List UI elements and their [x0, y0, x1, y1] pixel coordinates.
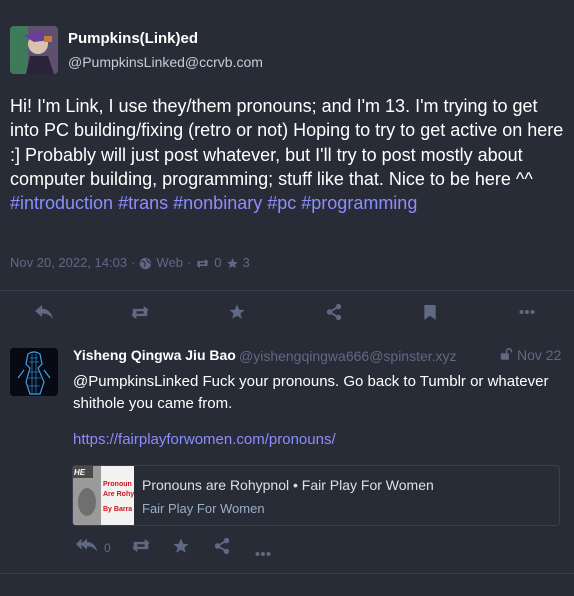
hashtag-trans[interactable]: #trans [118, 193, 168, 213]
bookmark-icon[interactable] [419, 301, 441, 323]
reply-mention[interactable]: @PumpkinsLinked [73, 373, 198, 390]
reply-favourite-icon[interactable] [172, 537, 190, 560]
reply-action-bar: 0 [73, 535, 293, 559]
more-icon[interactable] [516, 301, 538, 323]
favourite-icon[interactable] [226, 301, 248, 323]
reply-count: 0 [104, 541, 111, 555]
hashtag-introduction[interactable]: #introduction [10, 193, 113, 213]
status-content: Hi! I'm Link, I use they/them pronouns; … [10, 94, 566, 215]
svg-text:HE: HE [74, 468, 86, 477]
hashtag-pc[interactable]: #pc [267, 193, 296, 213]
boost-count-icon [195, 255, 210, 270]
reply-time-text[interactable]: Nov 22 [517, 347, 561, 363]
status-text: Hi! I'm Link, I use they/them pronouns; … [10, 96, 564, 189]
unlisted-lock-icon [500, 347, 513, 363]
boost-count: 0 [214, 255, 222, 271]
card-thumbnail: HE Pronoun Are Rohy By Barra [73, 466, 134, 525]
globe-icon [139, 255, 152, 270]
reply-avatar[interactable] [10, 348, 58, 396]
meta-separator-2: · [186, 255, 192, 271]
reply-boost-icon[interactable] [130, 537, 152, 559]
card-provider: Fair Play For Women [142, 501, 265, 516]
meta-separator: · [131, 255, 136, 271]
hashtag-programming[interactable]: #programming [301, 193, 417, 213]
reply-account-handle[interactable]: @yishengqingwa666@spinster.xyz [239, 348, 457, 364]
divider [0, 573, 574, 574]
thumb-text-1: Pronoun [103, 481, 132, 488]
favourite-count-icon [226, 255, 239, 270]
link-preview-card[interactable]: HE Pronoun Are Rohy By Barra Pronouns ar… [72, 465, 560, 526]
thumb-text-3: By Barra [103, 506, 133, 513]
favourite-count: 3 [242, 255, 250, 271]
timestamp[interactable]: Nov 20, 2022, 14:03 [10, 255, 127, 270]
application-name[interactable]: Web [156, 255, 183, 270]
reply-time[interactable]: Nov 22 [500, 347, 561, 363]
reply-content: @PumpkinsLinked Fuck your pronouns. Go b… [73, 371, 563, 415]
reply-more-icon[interactable] [255, 544, 271, 562]
share-icon[interactable] [323, 301, 345, 323]
card-title[interactable]: Pronouns are Rohypnol • Fair Play For Wo… [142, 477, 434, 493]
thumb-text-2: Are Rohy [103, 491, 134, 498]
boost-icon[interactable] [129, 301, 151, 323]
hashtag-nonbinary[interactable]: #nonbinary [173, 193, 262, 213]
reply-share-icon[interactable] [213, 537, 231, 560]
reply-icon[interactable] [33, 301, 55, 323]
avatar[interactable] [10, 26, 58, 74]
status-meta: Nov 20, 2022, 14:03 · Web · 0 3 [10, 255, 250, 270]
reply-link[interactable]: https://fairplayforwomen.com/pronouns/ [73, 431, 336, 448]
account-handle[interactable]: @PumpkinsLinked@ccrvb.com [68, 54, 263, 70]
reply-display-name[interactable]: Yisheng Qingwa Jiu Bao [73, 347, 236, 363]
action-bar [0, 290, 574, 334]
reply-all-icon[interactable] [76, 537, 98, 558]
display-name[interactable]: Pumpkins(Link)ed [68, 30, 198, 47]
